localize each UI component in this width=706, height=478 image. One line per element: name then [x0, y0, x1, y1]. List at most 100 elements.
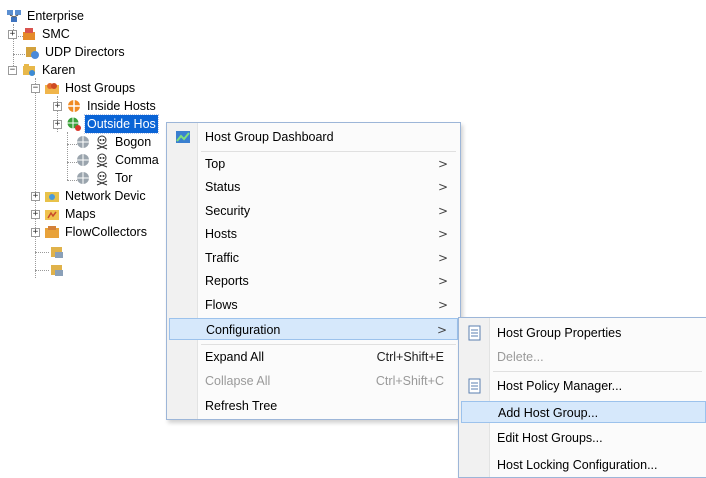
tree-item-inside-hosts[interactable]: + Inside Hosts	[53, 97, 158, 115]
configuration-submenu: Host Group Properties Delete... Host Pol…	[458, 317, 706, 478]
globe-icon	[75, 152, 91, 168]
globe-icon	[75, 170, 91, 186]
tree-line	[35, 270, 49, 271]
tree-item-maps[interactable]: + Maps	[31, 205, 98, 223]
submenu-arrow-icon: >	[437, 298, 448, 312]
expand-icon[interactable]: +	[31, 191, 40, 201]
menu-item-status[interactable]: Status >	[169, 176, 458, 198]
tree-label: SMC	[42, 27, 70, 41]
menu-item-host-policy-manager[interactable]: Host Policy Manager...	[461, 375, 704, 397]
menu-label: Top	[205, 157, 226, 171]
menu-item-traffic[interactable]: Traffic >	[169, 247, 458, 269]
expand-icon[interactable]: +	[31, 227, 40, 237]
tree-label: Network Devic	[65, 189, 146, 203]
tree-line	[35, 78, 36, 278]
tree-item-unnamed[interactable]	[49, 243, 68, 261]
flowcollectors-icon	[44, 224, 60, 240]
collapse-icon[interactable]: −	[31, 83, 40, 93]
tree-label: Maps	[65, 207, 96, 221]
menu-item-hosts[interactable]: Hosts >	[169, 223, 458, 245]
menu-item-dashboard[interactable]: Host Group Dashboard	[169, 126, 458, 148]
dashboard-icon	[175, 129, 191, 145]
tree-label: Tor	[115, 171, 133, 185]
expand-icon[interactable]: +	[53, 119, 62, 129]
menu-item-host-locking-configuration[interactable]: Host Locking Configuration...	[461, 454, 704, 476]
policy-icon	[467, 378, 483, 394]
tree-label: Enterprise	[27, 9, 84, 23]
tree-label: Outside Hos	[84, 114, 159, 134]
menu-item-flows[interactable]: Flows >	[169, 294, 458, 316]
menu-label: Collapse All	[205, 374, 271, 388]
host-groups-icon	[44, 80, 60, 96]
submenu-arrow-icon: >	[437, 157, 448, 171]
menu-item-host-group-properties[interactable]: Host Group Properties	[461, 322, 704, 344]
tree-item-bogon[interactable]: Bogon	[75, 133, 153, 151]
expand-icon[interactable]: +	[53, 101, 62, 111]
inside-hosts-icon	[66, 98, 82, 114]
menu-label: Security	[205, 204, 251, 218]
outside-hosts-icon	[66, 116, 82, 132]
submenu-arrow-icon: >	[436, 323, 447, 337]
udp-director-icon	[24, 44, 40, 60]
menu-label: Host Policy Manager...	[497, 379, 623, 393]
tree-label: Inside Hosts	[87, 99, 156, 113]
menu-item-security[interactable]: Security >	[169, 200, 458, 222]
menu-label: Host Group Dashboard	[205, 130, 334, 144]
tree-label: UDP Directors	[45, 45, 125, 59]
tree-item-host-groups[interactable]: − Host Groups	[31, 79, 137, 97]
skull-icon	[94, 170, 110, 186]
menu-label: Hosts	[205, 227, 237, 241]
menu-item-refresh-tree[interactable]: Refresh Tree	[169, 395, 458, 417]
menu-shortcut: Ctrl+Shift+C	[375, 374, 444, 388]
tree-item-smc[interactable]: + SMC	[8, 25, 72, 43]
context-menu: Host Group Dashboard Top > Status > Secu…	[166, 122, 461, 420]
menu-label: Reports	[205, 274, 249, 288]
menu-label: Traffic	[205, 251, 240, 265]
menu-item-add-host-group[interactable]: Add Host Group...	[461, 401, 706, 423]
collapse-icon[interactable]: −	[8, 65, 17, 75]
tree-item-tor[interactable]: Tor	[75, 169, 134, 187]
tree-item-enterprise[interactable]: Enterprise	[6, 7, 86, 25]
menu-item-top[interactable]: Top >	[169, 153, 458, 175]
menu-item-delete[interactable]: Delete...	[461, 346, 704, 368]
network-devices-icon	[44, 188, 60, 204]
menu-separator	[493, 371, 702, 372]
menu-label: Flows	[205, 298, 238, 312]
skull-icon	[94, 134, 110, 150]
globe-icon	[75, 134, 91, 150]
tree-item-unnamed[interactable]	[49, 261, 68, 279]
menu-item-configuration[interactable]: Configuration >	[169, 318, 458, 340]
menu-item-collapse-all[interactable]: Collapse All Ctrl+Shift+C	[169, 370, 458, 392]
menu-item-expand-all[interactable]: Expand All Ctrl+Shift+E	[169, 346, 458, 368]
submenu-arrow-icon: >	[437, 204, 448, 218]
submenu-arrow-icon: >	[437, 180, 448, 194]
tree-item-outside-hosts[interactable]: + Outside Hos	[53, 114, 159, 134]
menu-item-edit-host-groups[interactable]: Edit Host Groups...	[461, 427, 704, 449]
menu-label: Refresh Tree	[205, 399, 278, 413]
skull-icon	[94, 152, 110, 168]
tree-item-flowcollectors[interactable]: + FlowCollectors	[31, 223, 149, 241]
tree-label: Comma	[115, 153, 159, 167]
submenu-arrow-icon: >	[437, 274, 448, 288]
menu-label: Host Locking Configuration...	[497, 458, 658, 472]
menu-separator	[201, 344, 456, 345]
maps-icon	[44, 206, 60, 222]
menu-item-reports[interactable]: Reports >	[169, 270, 458, 292]
tree-label: Bogon	[115, 135, 152, 149]
tree-item-command[interactable]: Comma	[75, 151, 161, 169]
expand-icon[interactable]: +	[31, 209, 40, 219]
tree-item-network-devices[interactable]: + Network Devic	[31, 187, 148, 205]
menu-label: Edit Host Groups...	[497, 431, 603, 445]
expand-icon[interactable]: +	[8, 29, 17, 39]
menu-label: Add Host Group...	[498, 406, 599, 420]
menu-label: Delete...	[497, 350, 544, 364]
appliance-icon	[49, 244, 65, 260]
menu-label: Host Group Properties	[497, 326, 622, 340]
menu-label: Configuration	[206, 323, 281, 337]
menu-label: Expand All	[205, 350, 265, 364]
properties-icon	[467, 325, 483, 341]
tree-item-karen[interactable]: − Karen	[8, 61, 77, 79]
tree-item-udp-directors[interactable]: UDP Directors	[24, 43, 127, 61]
submenu-arrow-icon: >	[437, 251, 448, 265]
smc-icon	[21, 26, 37, 42]
